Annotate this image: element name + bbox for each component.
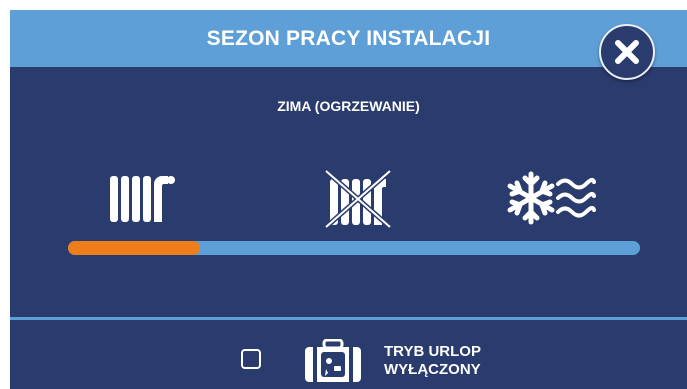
close-icon — [615, 40, 639, 64]
season-slider-fill — [68, 241, 200, 255]
dialog-title: SEZON PRACY INSTALACJI — [206, 27, 491, 50]
close-button[interactable] — [599, 24, 655, 80]
vacation-label-line1: TRYB URLOP — [384, 343, 481, 360]
snowflake-waves-icon — [507, 171, 596, 225]
vacation-label-line2: WYŁĄCZONY — [384, 361, 481, 378]
dialog-header: SEZON PRACY INSTALACJI — [10, 10, 687, 67]
radiator-icon — [110, 176, 175, 222]
vacation-mode-label: TRYB URLOP WYŁĄCZONY — [384, 343, 481, 379]
season-slider[interactable] — [68, 241, 640, 255]
off-mode-button[interactable] — [322, 165, 394, 236]
season-mode-label: ZIMA (OGRZEWANIE) — [277, 98, 420, 114]
cooling-mode-button[interactable] — [506, 170, 598, 231]
season-dialog: SEZON PRACY INSTALACJI ZIMA (OGRZEWANIE) — [10, 10, 687, 389]
radiator-crossed-icon — [324, 169, 392, 229]
vacation-mode-checkbox[interactable] — [241, 349, 261, 369]
divider — [10, 317, 687, 320]
suitcase-icon — [305, 338, 361, 382]
heating-mode-button[interactable] — [110, 170, 176, 227]
suitcase-icon-wrapper — [304, 338, 362, 388]
